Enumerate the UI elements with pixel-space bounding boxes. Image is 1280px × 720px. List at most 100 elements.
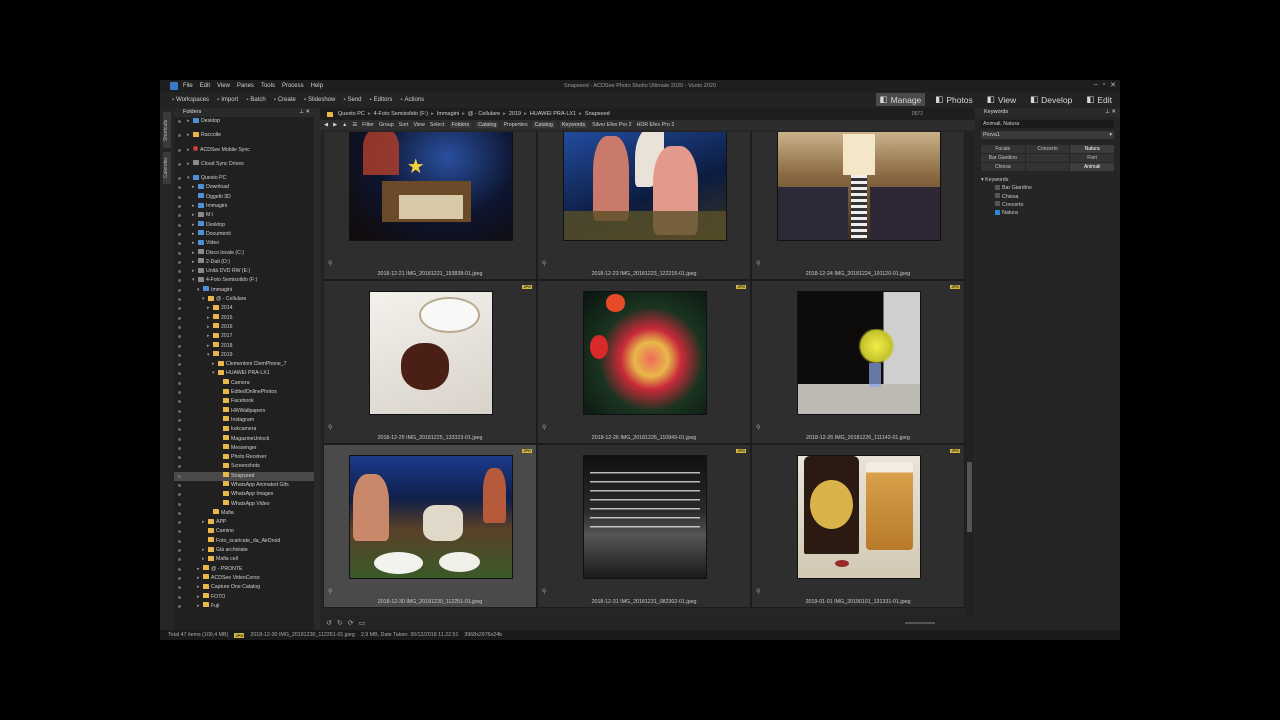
toolbar-editors-button[interactable]: ▪ Editors [370, 97, 393, 103]
pin-dot-icon[interactable] [178, 325, 181, 329]
thumbnail-cell[interactable]: JPG ⚲ 2018-12-31 IMG_20181231_082302-01.jp… [537, 444, 751, 608]
folder-tree-item[interactable]: Snapseed [174, 471, 314, 481]
location-pin-icon[interactable]: ⚲ [328, 260, 332, 267]
filterbar-view[interactable]: View [413, 122, 424, 128]
filterbar-catalog[interactable]: Catalog [532, 122, 555, 128]
folder-tree-item[interactable]: ▸ Raccolte [174, 131, 314, 140]
photo-thumbnail[interactable] [777, 132, 941, 241]
folder-tree-item[interactable]: ▸ @ - PRONTE [174, 565, 314, 574]
keyword-tree-item[interactable]: Concerto [981, 201, 1114, 209]
location-pin-icon[interactable]: ⚲ [542, 260, 546, 267]
breadcrumb-item[interactable]: 4-Foto Semisolido (F:) [374, 111, 428, 117]
folder-tree-item[interactable]: ▸ Unità DVD RW (E:) [174, 267, 314, 276]
location-pin-icon[interactable]: ⚲ [328, 424, 332, 431]
compare-icon[interactable]: ▭ [359, 619, 366, 627]
toolbar-actions-button[interactable]: ▪ Actions [400, 97, 424, 103]
folder-tree-item[interactable]: Foto_scaricate_da_AirDroid [174, 537, 314, 546]
toolbar-import-button[interactable]: ▪ Import [217, 97, 238, 103]
rotate-left-icon[interactable]: ↺ [326, 619, 332, 627]
keywords-input[interactable]: Animali, Natura [981, 120, 1114, 128]
rotate-right-icon[interactable]: ↻ [337, 619, 343, 627]
pin-dot-icon[interactable] [178, 493, 181, 497]
breadcrumb-item[interactable]: Snapseed [585, 111, 610, 117]
folder-tree-item[interactable]: ▸ FOTO [174, 593, 314, 602]
pin-dot-icon[interactable] [178, 409, 181, 413]
folder-tree-item[interactable]: Facebook [174, 397, 314, 406]
keyword-tree-item[interactable]: Bar Giardino [981, 184, 1114, 192]
location-pin-icon[interactable]: ⚲ [756, 424, 760, 431]
pin-dot-icon[interactable] [178, 530, 181, 534]
photo-thumbnail[interactable] [563, 132, 727, 241]
folder-tree-item[interactable]: ▸ ACDSee Mobile Sync [174, 146, 314, 155]
pin-dot-icon[interactable] [178, 595, 181, 599]
location-pin-icon[interactable]: ⚲ [542, 424, 546, 431]
minimize-icon[interactable]: – [1094, 81, 1098, 89]
pin-dot-icon[interactable] [178, 148, 181, 152]
pin-dot-icon[interactable] [178, 400, 181, 404]
folder-tree-item[interactable]: ▸ Documenti [174, 230, 314, 239]
breadcrumb-item[interactable]: HUAWEI PRA-LX1 [530, 111, 576, 117]
filterbar-filter[interactable]: Filter [362, 122, 374, 128]
pin-dot-icon[interactable] [178, 260, 181, 264]
menu-tools[interactable]: Tools [261, 83, 275, 89]
pin-dot-icon[interactable] [178, 381, 181, 385]
toolbar-send-button[interactable]: ▪ Send [343, 97, 361, 103]
thumbnail-cell[interactable]: JPG ⚲ 2018-12-30 IMG_20181230_112251-01.jp… [323, 444, 537, 608]
location-pin-icon[interactable]: ⚲ [542, 588, 546, 595]
folder-tree-item[interactable]: ▸ 2017 [174, 332, 314, 341]
toolbar-batch-button[interactable]: ▪ Batch [246, 97, 265, 103]
photo-thumbnail[interactable] [583, 291, 707, 415]
toolbar-workspaces-button[interactable]: ▪ Workspaces [172, 97, 209, 103]
quick-keyword-button[interactable]: Animali [1070, 163, 1114, 171]
folder-tree-item[interactable]: ▸ Immagini [174, 202, 314, 211]
pin-dot-icon[interactable] [178, 232, 181, 236]
refresh-icon[interactable]: ⟳ [348, 619, 354, 627]
folder-tree-item[interactable]: WhatsApp Images [174, 490, 314, 499]
pin-dot-icon[interactable] [178, 223, 181, 227]
quick-keyword-set-select[interactable]: Prova1 ▾ [981, 131, 1114, 139]
filterbar-select[interactable]: Select [430, 122, 445, 128]
pin-dot-icon[interactable] [178, 372, 181, 376]
nav-arrow-icon[interactable]: ◀ [324, 122, 328, 128]
folder-tree-item[interactable]: ▸ Cloud Sync Drives [174, 160, 314, 169]
folder-tree-item[interactable]: HWWallpapers [174, 407, 314, 416]
pin-dot-icon[interactable] [178, 576, 181, 580]
thumbnail-cell[interactable]: JPG ⚲ 2018-12-26 IMG_20181226_110849-01.jp… [537, 280, 751, 444]
quick-keyword-button[interactable]: Fiori [1070, 154, 1114, 162]
maximize-icon[interactable]: ▫ [1103, 81, 1105, 89]
folder-tree-item[interactable]: Camera [174, 379, 314, 388]
close-icon[interactable]: ✕ [1110, 81, 1116, 89]
toolbar-slideshow-button[interactable]: ▪ Slideshow [304, 97, 336, 103]
thumbnail-cell[interactable]: JPG ⚲ 2018-12-26 IMG_20181226_111142-01.jp… [751, 280, 965, 444]
location-pin-icon[interactable]: ⚲ [756, 588, 760, 595]
photo-thumbnail[interactable] [797, 455, 921, 579]
folder-tree-item[interactable]: ▸ 2015 [174, 314, 314, 323]
mode-edit-button[interactable]: ◧ Edit [1082, 93, 1116, 106]
pin-dot-icon[interactable] [178, 502, 181, 506]
folder-tree-item[interactable]: ▸ Fuji [174, 602, 314, 611]
zoom-slider[interactable] [905, 622, 935, 624]
pin-dot-icon[interactable] [178, 205, 181, 209]
pin-dot-icon[interactable] [178, 521, 181, 525]
folder-tree-item[interactable]: ▸ Video [174, 239, 314, 248]
quick-keyword-button[interactable]: Concerto [1025, 145, 1070, 153]
pin-icon[interactable]: ⊥ ✕ [299, 108, 310, 117]
menu-file[interactable]: File [183, 83, 193, 89]
pin-dot-icon[interactable] [178, 316, 181, 320]
nav-arrow-icon[interactable]: ▲ [342, 122, 347, 128]
quick-keyword-button[interactable]: Bar Giardino [981, 154, 1025, 162]
checkbox-icon[interactable] [995, 201, 1000, 207]
pin-dot-icon[interactable] [178, 511, 181, 515]
pin-dot-icon[interactable] [178, 539, 181, 543]
keyword-tree-root[interactable]: ▾ Keywords [981, 176, 1114, 184]
filterbar-silver-efex-pro-2[interactable]: Silver Efex Pro 2 [592, 122, 631, 128]
quick-keyword-button[interactable] [1025, 163, 1070, 171]
filterbar-sort[interactable]: Sort [399, 122, 409, 128]
thumbnail-cell[interactable]: JPG ⚲ 2019-01-01 IMG_20190101_131331-01.jp… [751, 444, 965, 608]
photo-thumbnail[interactable]: ★ [349, 132, 513, 241]
photo-thumbnail[interactable] [583, 455, 707, 579]
pin-dot-icon[interactable] [178, 177, 181, 181]
thumbnail-cell[interactable]: ★ ⚲ 2018-12-21 IMG_20181221_193838-01.jpe… [323, 132, 537, 280]
folder-tree-item[interactable]: EditedOnlinePhotos [174, 388, 314, 397]
folder-tree-item[interactable]: ▸ Capture One Catalog [174, 583, 314, 592]
